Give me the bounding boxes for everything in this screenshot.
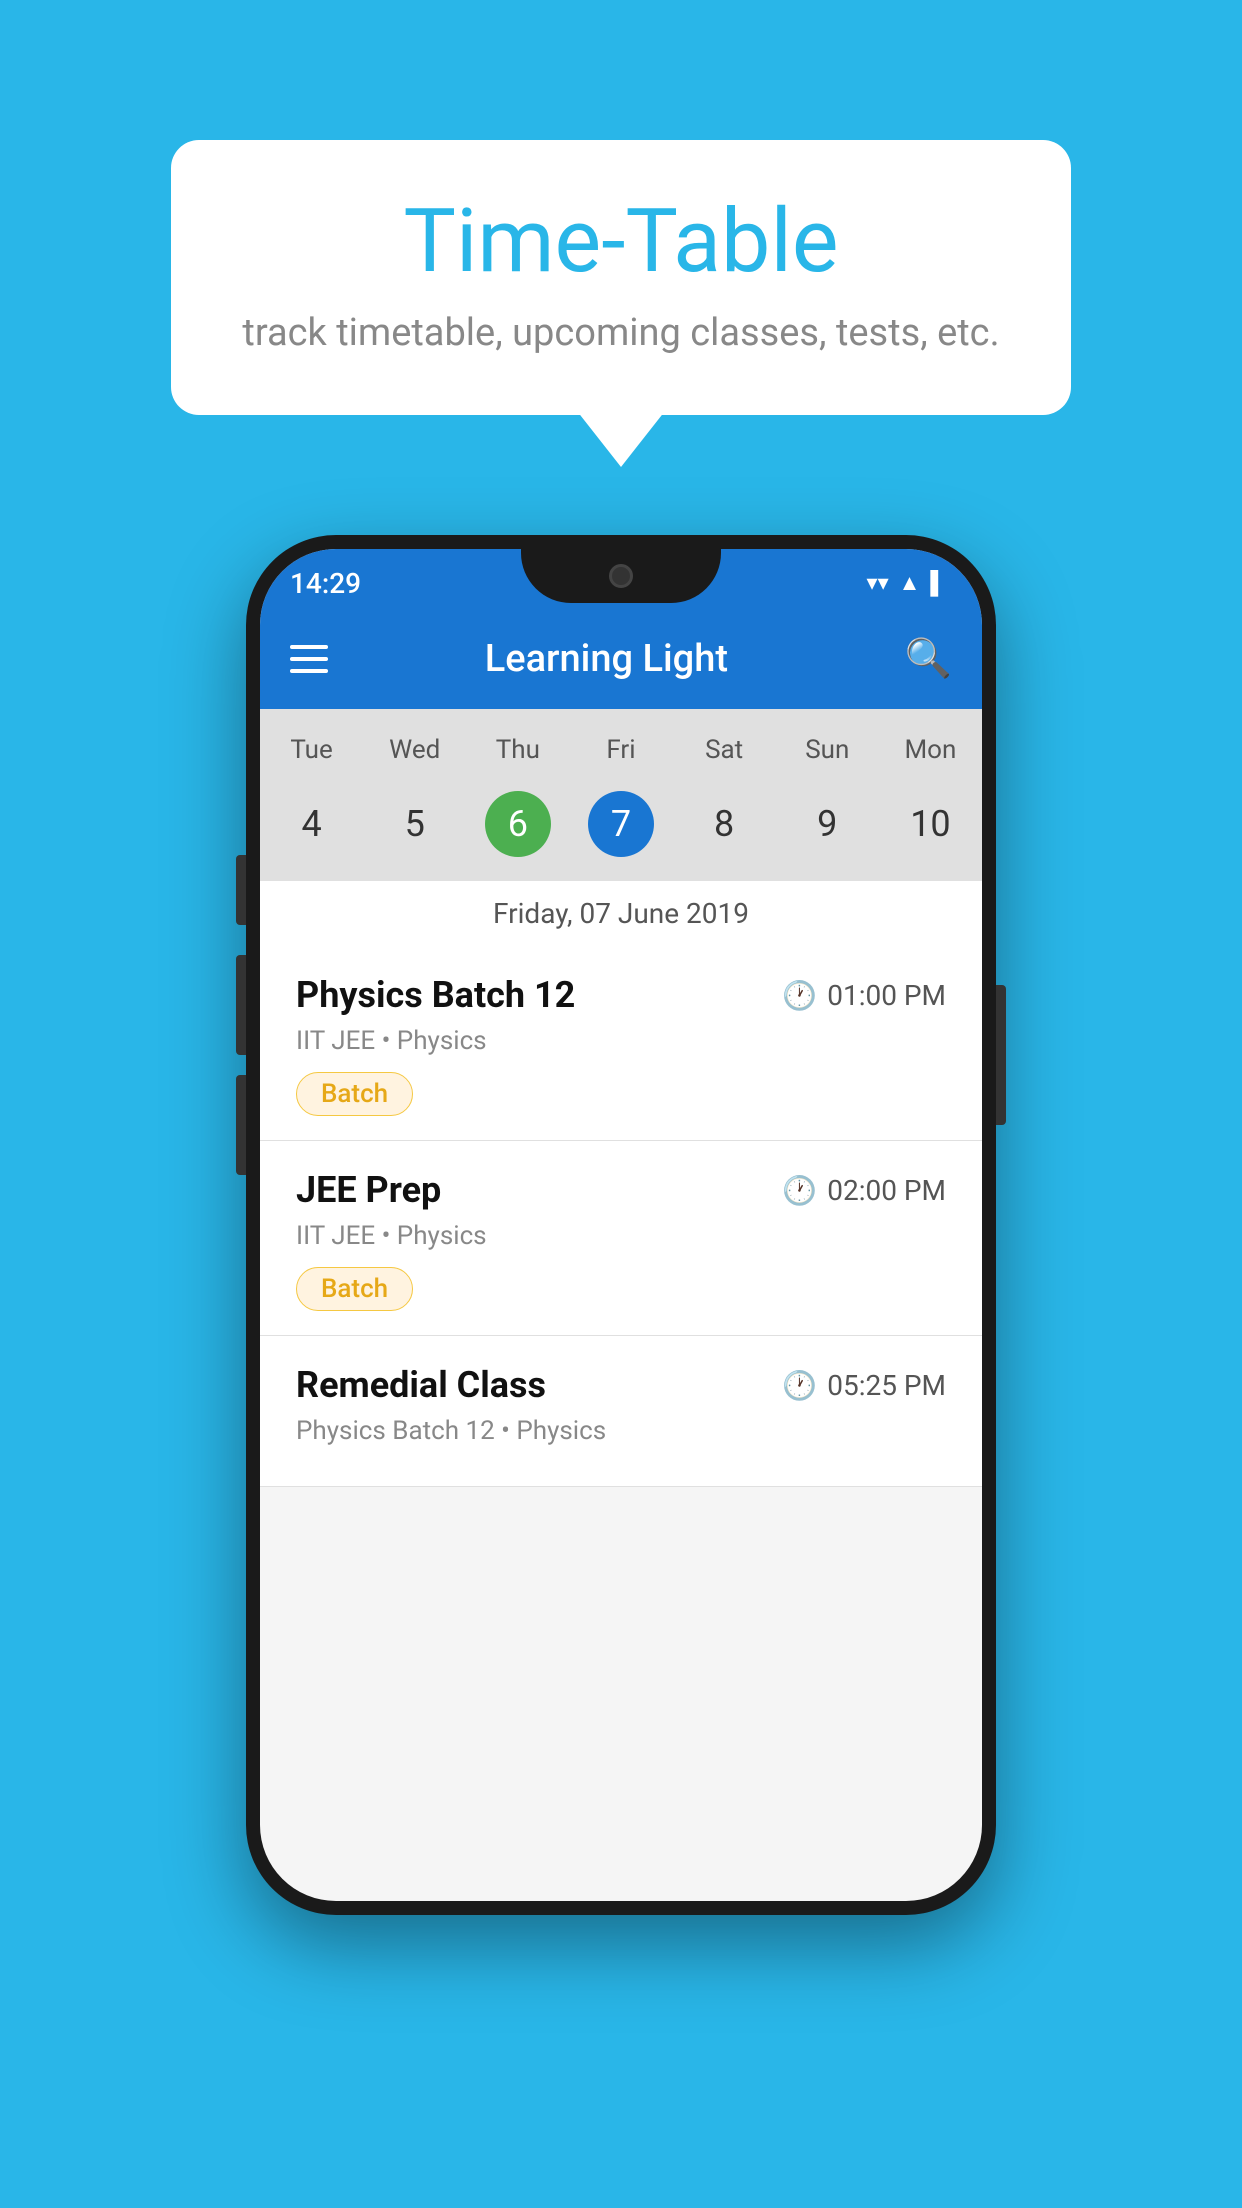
volume-down-button [236, 955, 246, 1055]
schedule-item-1[interactable]: Physics Batch 12 🕐 01:00 PM IIT JEE • Ph… [260, 946, 982, 1141]
schedule-subtitle-3: Physics Batch 12 • Physics [296, 1416, 946, 1446]
clock-icon-3: 🕐 [782, 1369, 817, 1402]
schedule-time-value-1: 01:00 PM [827, 979, 946, 1012]
schedule-title-1: Physics Batch 12 [296, 974, 575, 1016]
schedule-subtitle-1: IIT JEE • Physics [296, 1026, 946, 1056]
schedule-item-3[interactable]: Remedial Class 🕐 05:25 PM Physics Batch … [260, 1336, 982, 1487]
day-numbers-row: 4 5 6 7 8 9 10 [260, 781, 982, 881]
schedule-title-2: JEE Prep [296, 1169, 441, 1211]
day-6[interactable]: 6 [466, 781, 569, 867]
selected-date-label: Friday, 07 June 2019 [260, 881, 982, 946]
search-button[interactable]: 🔍 [905, 637, 952, 681]
day-wed[interactable]: Wed [363, 729, 466, 771]
schedule-time-value-3: 05:25 PM [827, 1369, 946, 1402]
schedule-item-1-header: Physics Batch 12 🕐 01:00 PM [296, 974, 946, 1016]
front-camera [609, 564, 633, 588]
hamburger-line-1 [290, 645, 328, 649]
silent-button [236, 1075, 246, 1175]
hamburger-menu[interactable] [290, 645, 328, 673]
calendar-header: Tue Wed Thu Fri Sat Sun Mon 4 5 6 7 8 9 … [260, 709, 982, 946]
clock-icon-1: 🕐 [782, 979, 817, 1012]
schedule-item-2[interactable]: JEE Prep 🕐 02:00 PM IIT JEE • Physics Ba… [260, 1141, 982, 1336]
battery-icon: ▌ [930, 570, 946, 596]
bubble-subtitle: track timetable, upcoming classes, tests… [231, 311, 1011, 355]
speech-bubble: Time-Table track timetable, upcoming cla… [171, 140, 1071, 415]
day-tue[interactable]: Tue [260, 729, 363, 771]
day-5[interactable]: 5 [363, 781, 466, 867]
app-bar: Learning Light 🔍 [260, 609, 982, 709]
day-4[interactable]: 4 [260, 781, 363, 867]
hamburger-line-3 [290, 669, 328, 673]
phone-screen: 14:29 ▾▾ ▲ ▌ Learning Light 🔍 [260, 549, 982, 1901]
signal-icon: ▲ [899, 570, 921, 596]
day-8[interactable]: 8 [673, 781, 776, 867]
day-10[interactable]: 10 [879, 781, 982, 867]
batch-badge-1: Batch [296, 1072, 413, 1116]
status-time: 14:29 [290, 567, 361, 600]
day-mon[interactable]: Mon [879, 729, 982, 771]
schedule-title-3: Remedial Class [296, 1364, 546, 1406]
volume-up-button [236, 855, 246, 925]
day-7[interactable]: 7 [569, 781, 672, 867]
power-button [996, 985, 1006, 1125]
schedule-list: Physics Batch 12 🕐 01:00 PM IIT JEE • Ph… [260, 946, 982, 1487]
bubble-title: Time-Table [231, 190, 1011, 293]
phone-outer: 14:29 ▾▾ ▲ ▌ Learning Light 🔍 [246, 535, 996, 1915]
app-title: Learning Light [352, 637, 861, 681]
day-fri[interactable]: Fri [569, 729, 672, 771]
schedule-subtitle-2: IIT JEE • Physics [296, 1221, 946, 1251]
schedule-time-2: 🕐 02:00 PM [782, 1174, 946, 1207]
status-icons: ▾▾ ▲ ▌ [867, 570, 946, 596]
schedule-time-value-2: 02:00 PM [827, 1174, 946, 1207]
day-9[interactable]: 9 [776, 781, 879, 867]
hamburger-line-2 [290, 657, 328, 661]
schedule-time-3: 🕐 05:25 PM [782, 1369, 946, 1402]
day-sat[interactable]: Sat [673, 729, 776, 771]
schedule-time-1: 🕐 01:00 PM [782, 979, 946, 1012]
day-sun[interactable]: Sun [776, 729, 879, 771]
clock-icon-2: 🕐 [782, 1174, 817, 1207]
schedule-item-3-header: Remedial Class 🕐 05:25 PM [296, 1364, 946, 1406]
phone-notch [521, 549, 721, 603]
wifi-icon: ▾▾ [867, 571, 889, 596]
phone-mockup: 14:29 ▾▾ ▲ ▌ Learning Light 🔍 [246, 535, 996, 1915]
day-names-row: Tue Wed Thu Fri Sat Sun Mon [260, 729, 982, 771]
day-thu[interactable]: Thu [466, 729, 569, 771]
schedule-item-2-header: JEE Prep 🕐 02:00 PM [296, 1169, 946, 1211]
batch-badge-2: Batch [296, 1267, 413, 1311]
